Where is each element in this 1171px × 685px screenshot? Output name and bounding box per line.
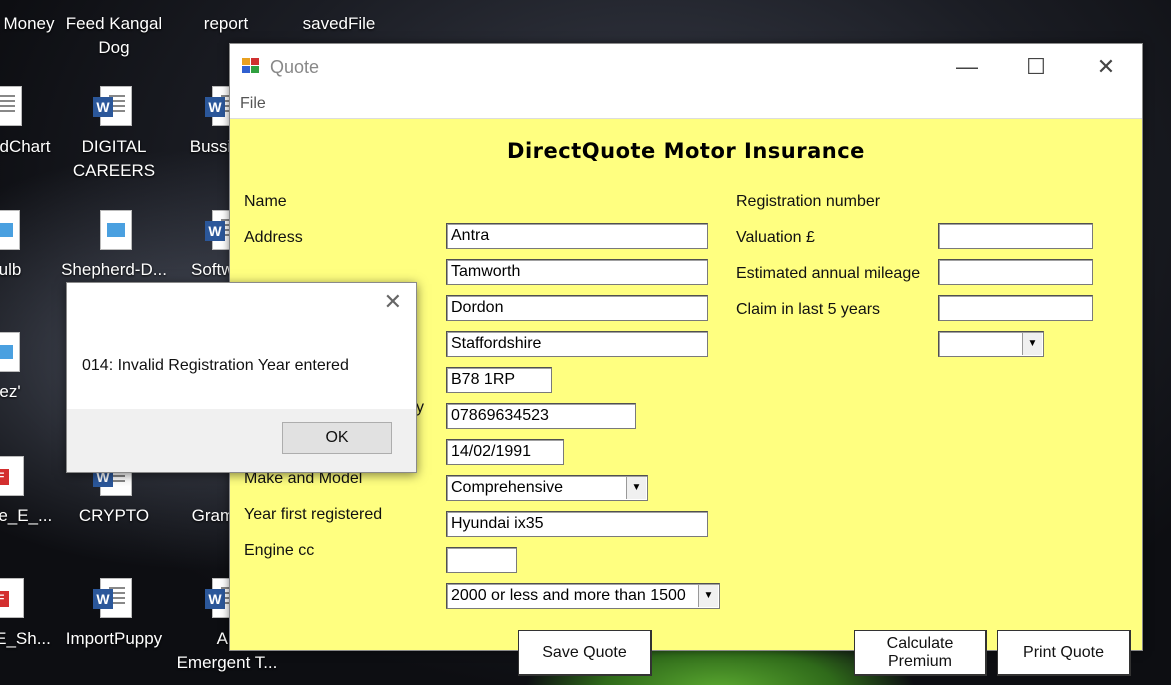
- desktop-icon-importpuppy[interactable]: ImportPuppy: [59, 627, 169, 651]
- minimize-button[interactable]: —: [944, 52, 990, 82]
- print-quote-label: Print Quote: [1023, 643, 1104, 661]
- image-file-icon[interactable]: [0, 332, 20, 372]
- desktop-icon-crypto[interactable]: CRYPTO: [59, 504, 169, 528]
- desktop-icon-digital-careers[interactable]: DIGITAL CAREERS: [59, 135, 169, 183]
- address-line3-input[interactable]: Staffordshire: [446, 331, 708, 357]
- desktop-icon-report[interactable]: report: [171, 12, 281, 36]
- desktop-icon-label: CRYPTO: [78, 506, 150, 525]
- dialog-close-button[interactable]: ✕: [384, 289, 402, 315]
- claim-label: Claim in last 5 years: [736, 301, 881, 318]
- address-line2-input[interactable]: Dordon: [446, 295, 708, 321]
- calculate-label-line1: Calculate: [886, 634, 954, 652]
- calculate-label-line2: Premium: [887, 652, 952, 670]
- claim-select[interactable]: ▼: [938, 331, 1044, 357]
- address-line1-input[interactable]: Tamworth: [446, 259, 708, 285]
- desktop-icon-label: ImportPuppy: [65, 629, 163, 648]
- calculate-premium-button[interactable]: Calculate Premium: [854, 630, 987, 676]
- phone-input[interactable]: 07869634523: [446, 403, 636, 429]
- name-label: Name: [244, 193, 287, 210]
- image-file-icon[interactable]: [0, 210, 20, 250]
- make-model-input[interactable]: Hyundai ix35: [446, 511, 708, 537]
- desktop-icon-savedfile[interactable]: savedFile: [284, 12, 394, 36]
- dob-label-partial: y: [416, 399, 424, 416]
- mileage-label: Estimated annual mileage: [736, 265, 921, 282]
- chevron-down-icon[interactable]: ▼: [1022, 333, 1042, 355]
- desktop-icon-label: savedFile: [302, 14, 376, 33]
- dialog-footer: OK: [67, 409, 416, 472]
- word-document-icon[interactable]: [93, 86, 132, 126]
- year-registered-label: Year first registered: [244, 506, 383, 523]
- desktop-icon-ulb[interactable]: ulb: [0, 258, 65, 282]
- chevron-down-icon[interactable]: ▼: [626, 477, 646, 499]
- registration-number-label: Registration number: [736, 193, 881, 210]
- desktop-icon-label: Dog: [98, 38, 130, 57]
- error-dialog: ✕ 014: Invalid Registration Year entered…: [66, 282, 417, 473]
- window-title: Quote: [270, 57, 320, 77]
- ok-button[interactable]: OK: [282, 422, 392, 454]
- document-icon[interactable]: [0, 86, 22, 126]
- desktop-icon-label: report: [203, 14, 249, 33]
- desktop-icon-label: CAREERS: [72, 161, 156, 180]
- engine-cc-value: 2000 or less and more than 1500: [451, 587, 686, 604]
- cover-type-value: Comprehensive: [451, 479, 564, 496]
- desktop-icon-label: Shepherd-D...: [61, 260, 167, 279]
- image-file-icon[interactable]: [100, 210, 132, 250]
- chevron-down-icon[interactable]: ▼: [698, 585, 718, 607]
- print-quote-button[interactable]: Print Quote: [997, 630, 1131, 676]
- dialog-message: 014: Invalid Registration Year entered: [82, 357, 349, 374]
- desktop-icon-label: ulb: [0, 260, 22, 279]
- maximize-button[interactable]: ☐: [1013, 52, 1059, 82]
- title-bar[interactable]: Quote — ☐ ✕: [230, 44, 1142, 90]
- menu-file[interactable]: File: [240, 95, 266, 113]
- save-quote-label: Save Quote: [542, 643, 627, 661]
- menu-bar: File: [230, 90, 1142, 119]
- form-heading: DirectQuote Motor Insurance: [507, 139, 865, 163]
- valuation-label: Valuation £: [736, 229, 815, 246]
- name-input[interactable]: Antra: [446, 223, 708, 249]
- valuation-input[interactable]: [938, 259, 1093, 285]
- dob-input[interactable]: 14/02/1991: [446, 439, 564, 465]
- desktop-icon-shepherd[interactable]: Shepherd-D...: [59, 258, 169, 282]
- postcode-input[interactable]: B78 1RP: [446, 367, 552, 393]
- pdf-file-icon[interactable]: [0, 456, 24, 496]
- save-quote-button[interactable]: Save Quote: [518, 630, 652, 676]
- engine-cc-select[interactable]: 2000 or less and more than 1500 ▼: [446, 583, 720, 609]
- pdf-file-icon[interactable]: [0, 578, 24, 618]
- year-registered-input[interactable]: [446, 547, 517, 573]
- app-icon: [242, 58, 260, 74]
- desktop-icon-feed-kangal-dog[interactable]: Feed Kangal Dog: [59, 12, 169, 60]
- desktop-icon-label: DIGITAL: [81, 137, 147, 156]
- word-document-icon[interactable]: [93, 578, 132, 618]
- registration-number-input[interactable]: [938, 223, 1093, 249]
- desktop-icon-label: ez': [0, 382, 21, 401]
- desktop-icon-label: Emergent T...: [176, 653, 278, 672]
- desktop-icon-ez[interactable]: ez': [0, 380, 65, 404]
- engine-cc-label: Engine cc: [244, 542, 315, 559]
- desktop-icon-label: Feed Kangal: [65, 14, 163, 33]
- cover-type-select[interactable]: Comprehensive ▼: [446, 475, 648, 501]
- address-label: Address: [244, 229, 303, 246]
- mileage-input[interactable]: [938, 295, 1093, 321]
- close-button[interactable]: ✕: [1083, 52, 1129, 82]
